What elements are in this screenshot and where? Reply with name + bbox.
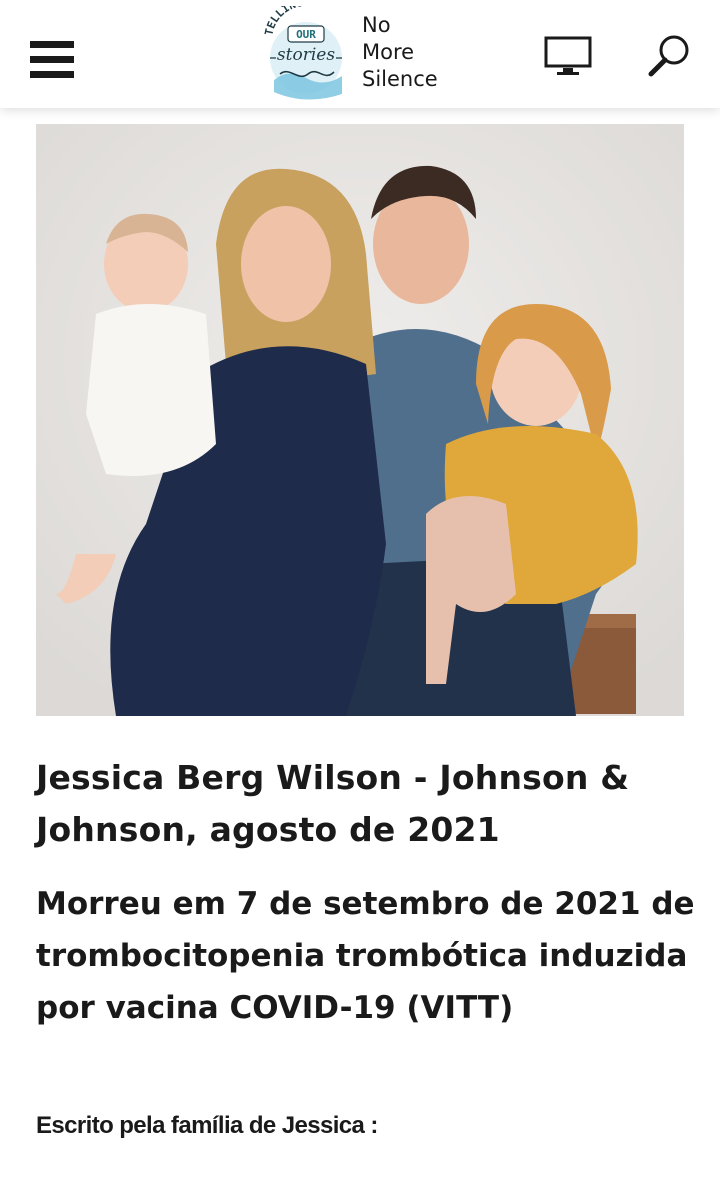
monitor-icon[interactable] [544,36,592,76]
menu-bar-top [30,41,74,48]
site-name-line-1: No [362,13,391,37]
article-title: Jessica Berg Wilson - Johnson & Johnson,… [36,758,630,849]
site-name-line-3: Silence [362,67,438,91]
article-subtitle: Morreu em 7 de setembro de 2021 de tromb… [36,886,695,1026]
site-logo[interactable]: TELLING OUR stories [262,6,350,102]
logo-badge-script: stories [277,45,335,65]
hamburger-menu-icon[interactable] [30,38,74,80]
site-header: TELLING OUR stories No More Silence [0,0,720,108]
family-photo-illustration [36,124,684,716]
menu-bar-bottom [30,71,74,78]
site-name-line-2: More [362,40,415,64]
site-name[interactable]: No More Silence [362,12,472,93]
article-byline: Escrito pela família de Jessica : [36,1112,378,1139]
logo-badge-mid: OUR [296,28,316,41]
menu-bar-middle [30,56,74,63]
search-icon[interactable] [646,34,692,78]
family-photo [36,124,684,716]
